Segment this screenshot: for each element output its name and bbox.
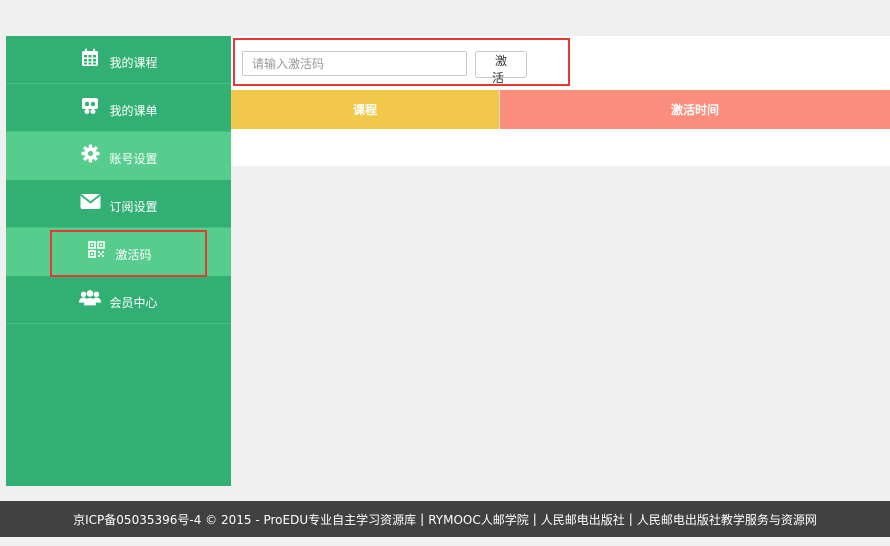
- calendar-icon: [79, 47, 101, 69]
- sidebar-item-label: 我的课程: [109, 56, 158, 70]
- sidebar-item-label: 激活码: [115, 248, 152, 262]
- sidebar-item-label: 我的课单: [109, 104, 158, 118]
- activate-button[interactable]: 激 活: [475, 51, 527, 85]
- sidebar-item-label: 订阅设置: [109, 200, 158, 214]
- column-header-activation-time: 激活时间: [499, 90, 890, 129]
- sidebar-item-member-center[interactable]: 会员中心: [6, 276, 231, 324]
- sidebar-item-label: 账号设置: [109, 152, 158, 166]
- footer-copyright: © 2015 - ProEDU专业自主学习资源库: [205, 512, 417, 527]
- course-list-icon: [79, 95, 101, 117]
- footer-separator: |: [420, 512, 425, 526]
- users-icon: [79, 287, 102, 309]
- sidebar-item-my-course-list[interactable]: 我的课单: [6, 84, 231, 132]
- sidebar-item-activation-code[interactable]: 激活码: [6, 228, 231, 276]
- activation-toolbar: 激 活: [231, 36, 890, 90]
- footer: 京ICP备05035396号-4 © 2015 - ProEDU专业自主学习资源…: [0, 501, 890, 537]
- qrcode-icon: [85, 239, 107, 261]
- sidebar-item-account-settings[interactable]: 账号设置: [6, 132, 231, 180]
- footer-icp[interactable]: 京ICP备05035396号-4: [73, 511, 201, 528]
- sidebar-item-label: 会员中心: [109, 296, 158, 310]
- footer-link-ptpress-edu[interactable]: 人民邮电出版社教学服务与资源网: [637, 511, 817, 528]
- envelope-icon: [79, 191, 101, 213]
- footer-separator: |: [628, 512, 633, 526]
- activation-table-header: 课程 激活时间: [231, 90, 890, 129]
- footer-link-ptpress[interactable]: 人民邮电出版社: [541, 511, 625, 528]
- sidebar-item-subscription-settings[interactable]: 订阅设置: [6, 180, 231, 228]
- activation-code-input[interactable]: [242, 51, 467, 76]
- sidebar: 我的课程 我的课单 账号设置 订阅设置 激活码 会员中心: [6, 36, 231, 486]
- column-header-course: 课程: [231, 90, 499, 129]
- activation-table-body: [231, 129, 890, 166]
- gear-icon: [79, 143, 101, 165]
- footer-separator: |: [532, 512, 537, 526]
- sidebar-item-my-courses[interactable]: 我的课程: [6, 36, 231, 84]
- footer-link-rymooc[interactable]: RYMOOC人邮学院: [428, 511, 529, 528]
